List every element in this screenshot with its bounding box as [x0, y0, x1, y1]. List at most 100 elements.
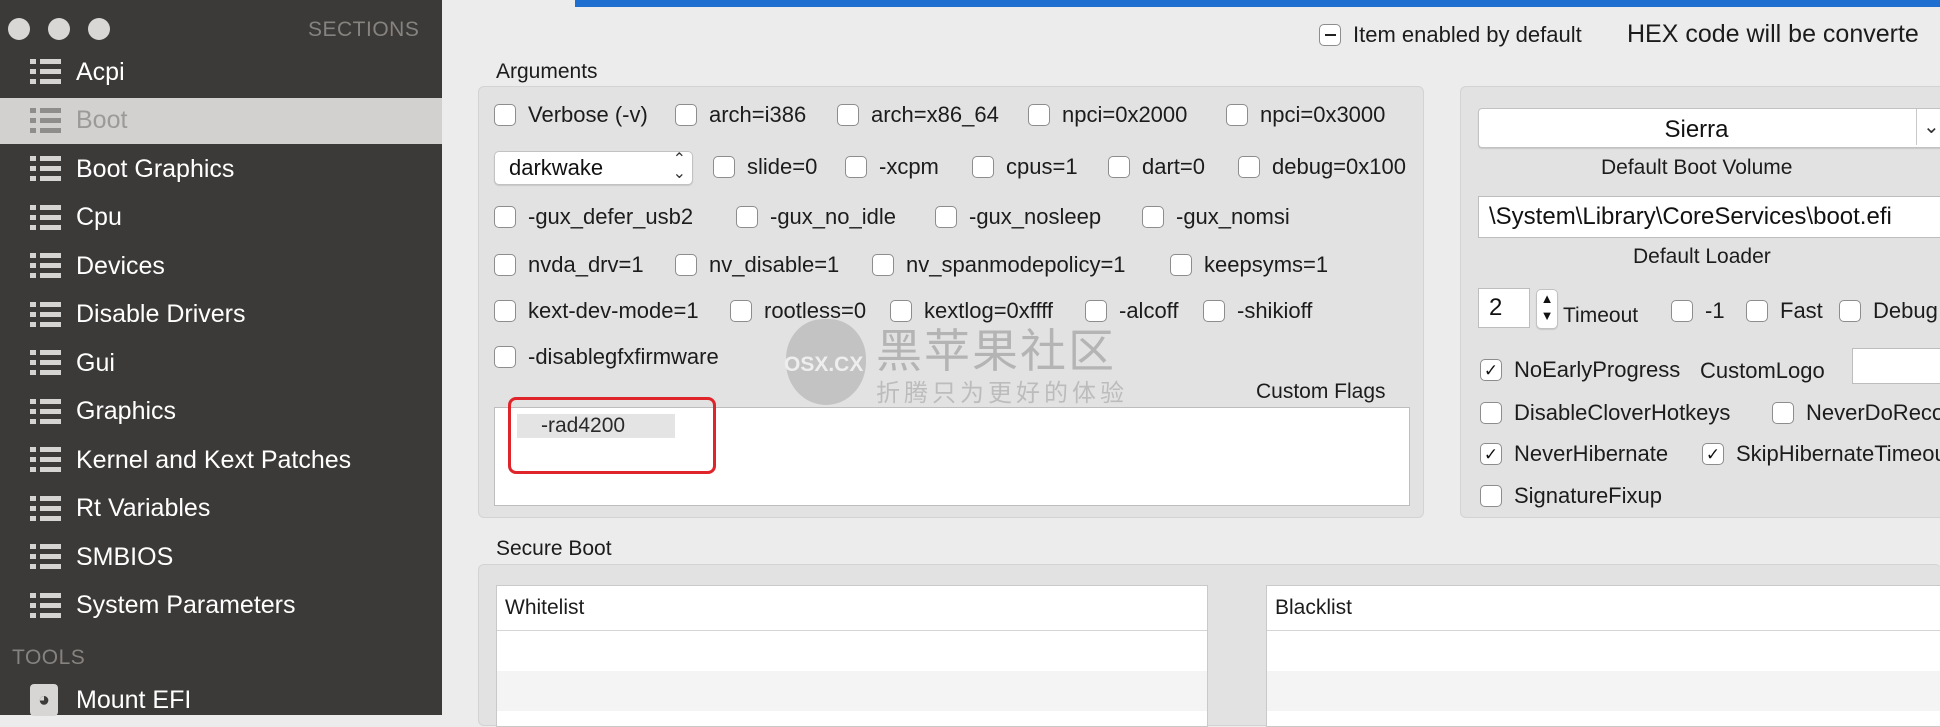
timeout-stepper[interactable]: ▲ ▼ — [1536, 289, 1558, 329]
default-loader-field[interactable]: \System\Library\CoreServices\boot.efi — [1478, 196, 1940, 238]
list-icon — [30, 301, 61, 328]
arg-checkbox[interactable]: rootless=0 — [730, 298, 866, 324]
timeout-option-checkbox[interactable]: Debug — [1839, 298, 1938, 324]
signature-fixup-checkbox[interactable]: SignatureFixup — [1480, 483, 1662, 509]
disable-clover-hotkeys-checkbox[interactable]: DisableCloverHotkeys — [1480, 400, 1730, 426]
arg-checkbox[interactable]: -gux_no_idle — [736, 204, 896, 230]
checkmark-icon: ✓ — [1480, 359, 1502, 381]
arg-checkbox[interactable]: -gux_defer_usb2 — [494, 204, 693, 230]
arg-checkbox[interactable]: Verbose (-v) — [494, 102, 648, 128]
arg-checkbox[interactable]: -alcoff — [1085, 298, 1179, 324]
list-icon — [30, 592, 61, 619]
blacklist-header[interactable]: Blacklist — [1267, 586, 1940, 631]
arg-checkbox[interactable]: arch=i386 — [675, 102, 806, 128]
list-icon — [30, 495, 61, 522]
no-early-progress-checkbox[interactable]: ✓ NoEarlyProgress — [1480, 357, 1680, 383]
sidebar-item-label: Devices — [76, 251, 165, 280]
table-row[interactable] — [1267, 671, 1940, 711]
sidebar-item-rt-variables[interactable]: Rt Variables — [0, 486, 442, 532]
arg-checkbox[interactable]: cpus=1 — [972, 154, 1078, 180]
top-accent-strip — [575, 0, 1940, 7]
sidebar-item-disable-drivers[interactable]: Disable Drivers — [0, 292, 442, 338]
arg-checkbox[interactable]: keepsyms=1 — [1170, 252, 1328, 278]
arg-checkbox[interactable]: -disablegfxfirmware — [494, 344, 719, 370]
sidebar: SECTIONS Acpi Boot Boot Graphics Cpu Devices… — [0, 0, 442, 716]
arg-checkbox[interactable]: debug=0x100 — [1238, 154, 1406, 180]
arg-checkbox[interactable]: npci=0x3000 — [1226, 102, 1385, 128]
sidebar-item-label: Mount EFI — [76, 685, 192, 714]
arg-checkbox[interactable]: -gux_nosleep — [935, 204, 1101, 230]
table-row[interactable] — [497, 631, 1207, 671]
sidebar-item-system-parameters[interactable]: System Parameters — [0, 583, 442, 629]
window-close-button[interactable] — [8, 18, 30, 40]
table-row[interactable] — [497, 671, 1207, 711]
tools-header: TOOLS — [12, 646, 86, 669]
darkwake-select[interactable]: darkwake ⌃ ⌄ — [494, 151, 693, 185]
window-minimize-button[interactable] — [48, 18, 70, 40]
checkmark-icon: ✓ — [1480, 443, 1502, 465]
sidebar-item-label: Rt Variables — [76, 494, 211, 522]
sidebar-item-gui[interactable]: Gui — [0, 340, 442, 386]
sidebar-item-label: Acpi — [76, 57, 125, 86]
sidebar-item-graphics[interactable]: Graphics — [0, 389, 442, 435]
checkbox-label: Item enabled by default — [1353, 22, 1582, 47]
sidebar-item-boot-graphics[interactable]: Boot Graphics — [0, 146, 442, 192]
arg-checkbox[interactable]: nv_disable=1 — [675, 252, 839, 278]
list-icon — [30, 156, 61, 182]
custom-logo-field[interactable] — [1852, 348, 1940, 384]
sidebar-item-label: Kernel and Kext Patches — [76, 445, 352, 474]
arg-checkbox[interactable]: nv_spanmodepolicy=1 — [872, 252, 1126, 278]
table-row[interactable] — [1267, 631, 1940, 671]
arg-checkbox[interactable]: arch=x86_64 — [837, 102, 999, 128]
never-do-recovery-checkbox[interactable]: NeverDoRecovery — [1772, 400, 1940, 426]
arg-checkbox[interactable]: -shikioff — [1203, 298, 1312, 324]
timeout-option-checkbox[interactable]: -1 — [1671, 298, 1725, 324]
list-icon — [30, 107, 61, 134]
default-loader-label: Default Loader — [1633, 245, 1771, 268]
arg-checkbox[interactable]: -xcpm — [845, 154, 939, 180]
timeout-option-checkbox[interactable]: Fast — [1746, 298, 1823, 324]
item-enabled-checkbox[interactable]: Item enabled by default — [1319, 22, 1582, 48]
sidebar-item-mount-efi[interactable]: ◕ Mount EFI — [0, 677, 442, 723]
sidebar-item-cpu[interactable]: Cpu — [0, 195, 442, 241]
main-content: Item enabled by default HEX code will be… — [442, 0, 1940, 727]
custom-flags-label: Custom Flags — [1256, 380, 1386, 403]
whitelist-header[interactable]: Whitelist — [497, 586, 1207, 631]
timeout-field[interactable]: 2 — [1478, 288, 1530, 328]
list-icon — [30, 59, 61, 85]
arg-checkbox[interactable]: nvda_drv=1 — [494, 252, 644, 278]
arguments-title: Arguments — [496, 60, 598, 83]
highlight-annotation — [508, 397, 716, 474]
hex-note: HEX code will be converte — [1627, 20, 1919, 48]
window-zoom-button[interactable] — [88, 18, 110, 40]
sidebar-item-label: Graphics — [76, 397, 177, 425]
select-value: darkwake — [509, 155, 604, 180]
sidebar-item-kernel-and-kext-patches[interactable]: Kernel and Kext Patches — [0, 437, 442, 483]
sidebar-item-label: Boot — [76, 106, 128, 134]
default-volume-select[interactable]: Sierra ⌄ — [1478, 108, 1940, 148]
arg-checkbox[interactable]: kext-dev-mode=1 — [494, 298, 699, 324]
sidebar-item-acpi[interactable]: Acpi — [0, 49, 442, 95]
field-value: \System\Library\CoreServices\boot.efi — [1489, 203, 1892, 230]
blacklist-table[interactable]: Blacklist — [1266, 585, 1940, 727]
sidebar-item-label: Boot Graphics — [76, 154, 235, 183]
list-icon — [30, 544, 61, 570]
never-hibernate-checkbox[interactable]: ✓ NeverHibernate — [1480, 441, 1668, 467]
list-icon — [30, 350, 61, 376]
list-icon — [30, 253, 61, 279]
custom-logo-label: CustomLogo — [1700, 358, 1825, 383]
sidebar-item-label: Gui — [76, 348, 115, 377]
list-icon — [30, 204, 61, 231]
whitelist-table[interactable]: Whitelist — [496, 585, 1208, 727]
skip-hibernate-timeout-checkbox[interactable]: ✓ SkipHibernateTimeout — [1702, 441, 1940, 467]
arg-checkbox[interactable]: kextlog=0xffff — [890, 298, 1053, 324]
arg-checkbox[interactable]: slide=0 — [713, 154, 817, 180]
arg-checkbox[interactable]: -gux_nomsi — [1142, 204, 1290, 230]
sidebar-item-smbios[interactable]: SMBIOS — [0, 534, 442, 580]
arg-checkbox[interactable]: npci=0x2000 — [1028, 102, 1187, 128]
sidebar-item-boot[interactable]: Boot — [0, 97, 442, 144]
timeout-label: Timeout — [1563, 304, 1639, 327]
arg-checkbox[interactable]: dart=0 — [1108, 154, 1205, 180]
default-volume-label: Default Boot Volume — [1601, 156, 1793, 179]
sidebar-item-devices[interactable]: Devices — [0, 243, 442, 289]
